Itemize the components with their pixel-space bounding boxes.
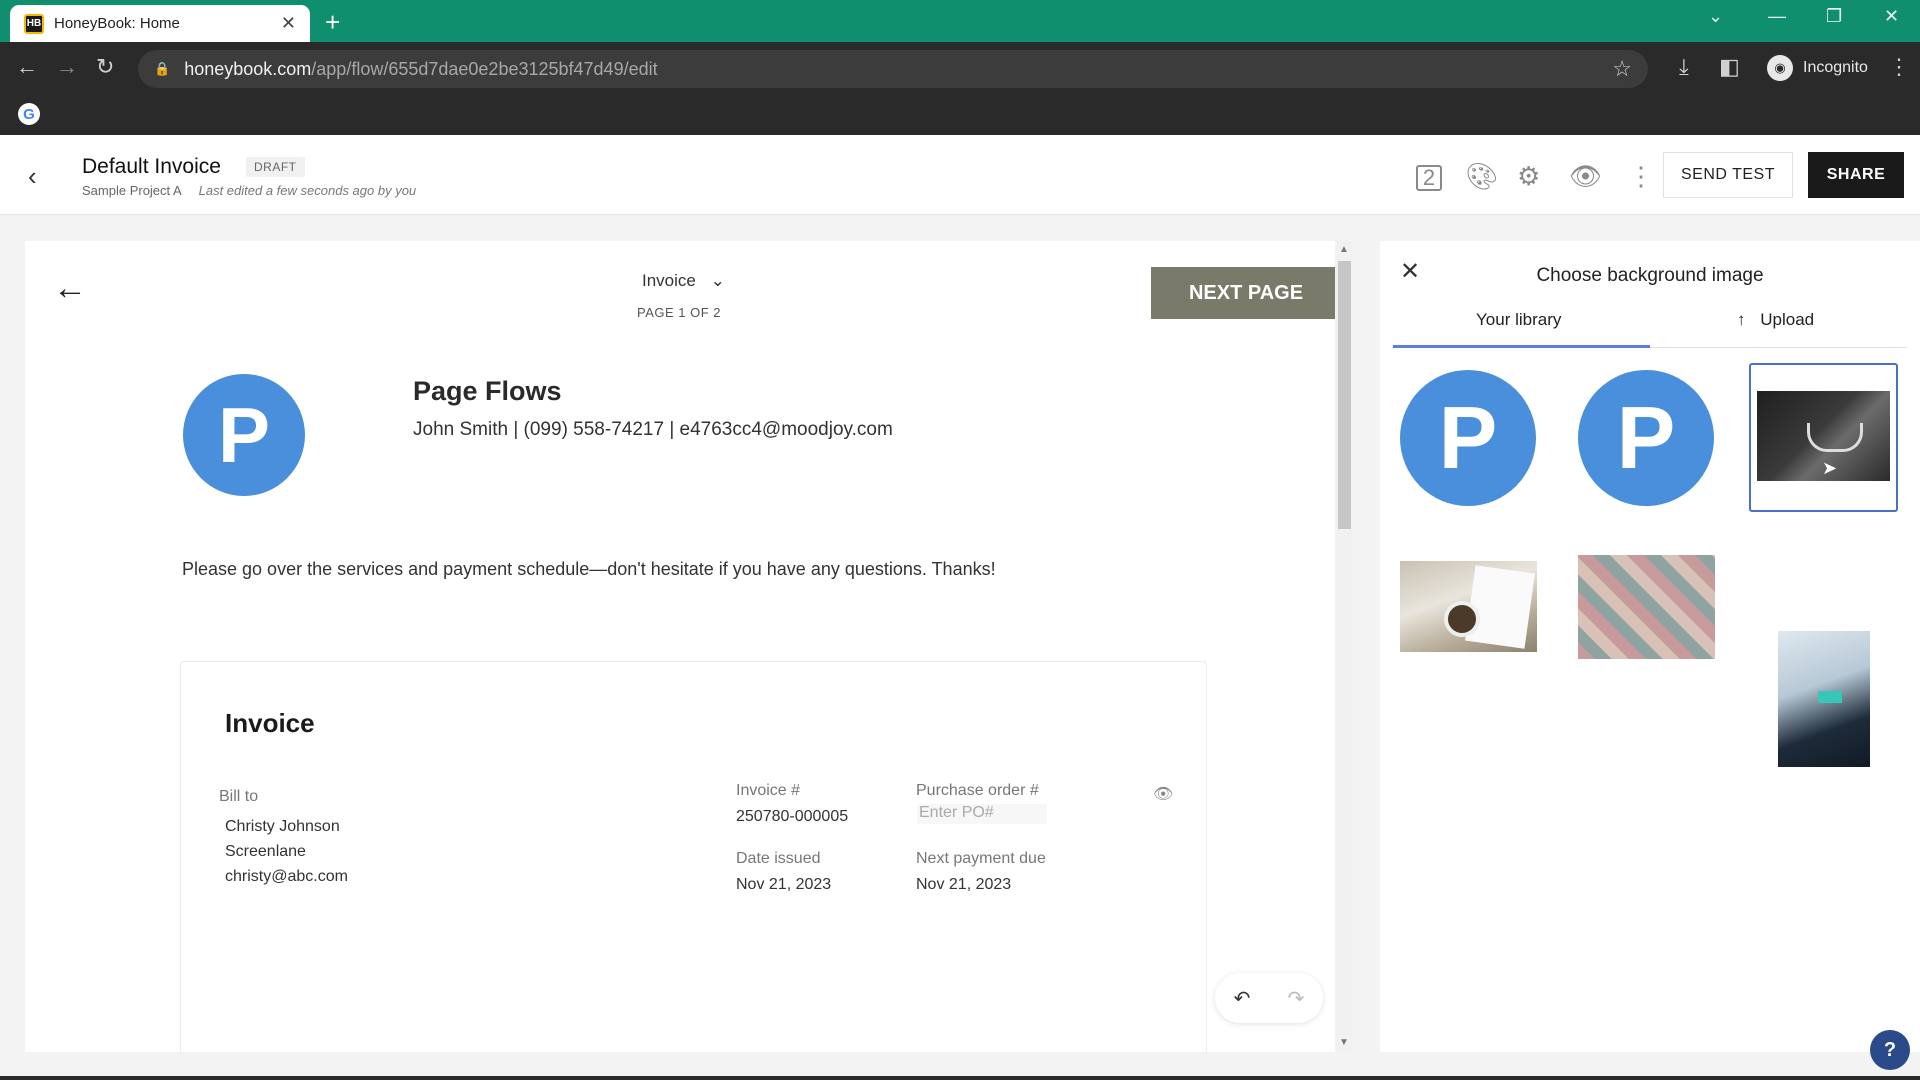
redo-icon[interactable]: ↷ bbox=[1288, 986, 1305, 1011]
library-thumb-logo-1[interactable]: P bbox=[1400, 370, 1536, 506]
undo-icon[interactable]: ↶ bbox=[1234, 986, 1251, 1011]
tab-close-icon[interactable]: ✕ bbox=[281, 13, 296, 34]
library-thumb-tiles-photo[interactable] bbox=[1578, 555, 1715, 659]
page-selector[interactable]: Invoice ⌄ bbox=[642, 271, 725, 291]
project-subtitle: Sample Project A Last edited a few secon… bbox=[82, 183, 416, 198]
palette-icon[interactable]: 🎨︎ bbox=[1465, 161, 1498, 192]
last-edited: Last edited a few seconds ago by you bbox=[198, 183, 417, 198]
browser-toolbar: ← → ↻ 🔒 honeybook.com /app/flow/655d7dae… bbox=[0, 42, 1920, 95]
brand-contact: John Smith | (099) 558-74217 | e4763cc4@… bbox=[413, 419, 893, 440]
help-button[interactable]: ? bbox=[1870, 1030, 1910, 1070]
lock-icon: 🔒 bbox=[154, 61, 171, 76]
undo-redo-control: ↶ ↷ bbox=[1215, 973, 1323, 1023]
star-icon[interactable]: ☆ bbox=[1612, 56, 1632, 82]
document-canvas: ← Invoice ⌄ PAGE 1 OF 2 NEXT PAGE P Page… bbox=[25, 241, 1335, 1052]
scroll-thumb[interactable] bbox=[1338, 261, 1351, 529]
bookmarks-bar: G bbox=[0, 95, 1920, 135]
incognito-badge[interactable]: ◉ Incognito bbox=[1757, 49, 1878, 87]
client-name: Christy Johnson bbox=[225, 818, 340, 835]
send-test-button[interactable]: SEND TEST bbox=[1663, 152, 1793, 198]
honeybook-favicon-icon: HB bbox=[24, 13, 44, 34]
minimize-icon[interactable]: — bbox=[1768, 6, 1786, 27]
panel-title: Choose background image bbox=[1536, 265, 1764, 286]
bottom-edge bbox=[0, 1076, 1920, 1080]
library-thumb-desk-photo[interactable] bbox=[1400, 561, 1537, 652]
tab-title: HoneyBook: Home bbox=[54, 15, 180, 32]
status-badge: DRAFT bbox=[246, 157, 305, 177]
browser-tabbar: HB HoneyBook: Home ✕ + ⌄ — ❐ ✕ bbox=[0, 0, 1920, 42]
arrow-left-icon[interactable]: ← bbox=[53, 269, 87, 308]
tab-upload-label: Upload bbox=[1760, 310, 1815, 329]
tab-your-library[interactable]: Your library bbox=[1476, 310, 1561, 330]
share-button[interactable]: SHARE bbox=[1808, 152, 1904, 198]
client-email: christy@abc.com bbox=[225, 868, 348, 885]
app-header: ‹ Default Invoice DRAFT Sample Project A… bbox=[0, 135, 1920, 215]
reload-icon[interactable]: ↻ bbox=[96, 54, 114, 80]
window-close-icon[interactable]: ✕ bbox=[1884, 6, 1899, 27]
tab-search-chevron-icon[interactable]: ⌄ bbox=[1708, 6, 1723, 27]
date-issued: Nov 21, 2023 bbox=[736, 876, 832, 893]
background-image-panel: ✕ Choose background image Your library ↑… bbox=[1380, 241, 1920, 1052]
po-input[interactable]: Enter PO# bbox=[917, 804, 1047, 824]
library-thumb-phone-photo[interactable] bbox=[1778, 631, 1870, 767]
sidepanel-icon[interactable]: ◧ bbox=[1719, 54, 1740, 80]
pages-icon[interactable]: 2 bbox=[1416, 165, 1442, 191]
page-selector-label: Invoice bbox=[642, 271, 696, 290]
library-thumb-logo-2[interactable]: P bbox=[1578, 370, 1714, 506]
download-icon[interactable]: ⤓ bbox=[1679, 54, 1689, 80]
client-company: Screenlane bbox=[225, 843, 306, 860]
url-host: honeybook.com bbox=[184, 58, 312, 79]
visibility-eye-icon[interactable]: 👁︎ bbox=[1153, 784, 1173, 804]
tab-upload[interactable]: ↑ Upload bbox=[1737, 310, 1814, 330]
canvas-scrollbar[interactable]: ▲ ▼ bbox=[1336, 241, 1353, 1052]
browser-tab[interactable]: HB HoneyBook: Home ✕ bbox=[10, 5, 310, 42]
date-issued-label: Date issued bbox=[736, 850, 821, 867]
brand-name: Page Flows bbox=[413, 376, 562, 406]
invoice-title: Invoice bbox=[225, 708, 315, 738]
next-due-label: Next payment due bbox=[916, 850, 1046, 867]
active-tab-indicator bbox=[1393, 345, 1650, 348]
mouse-cursor-icon: ➤ bbox=[1822, 458, 1838, 478]
incognito-icon: ◉ bbox=[1767, 55, 1793, 81]
next-page-button[interactable]: NEXT PAGE bbox=[1151, 267, 1335, 319]
page-count: PAGE 1 OF 2 bbox=[637, 305, 722, 320]
bill-to-label: Bill to bbox=[219, 788, 259, 805]
incognito-label: Incognito bbox=[1803, 59, 1868, 76]
eye-icon[interactable]: 👁︎ bbox=[1569, 161, 1602, 192]
scroll-down-icon[interactable]: ▼ bbox=[1339, 1037, 1349, 1048]
google-icon[interactable]: G bbox=[18, 103, 40, 125]
new-tab-icon[interactable]: + bbox=[325, 7, 340, 38]
gear-icon[interactable]: ⚙ bbox=[1517, 161, 1540, 192]
upload-arrow-icon: ↑ bbox=[1737, 310, 1746, 329]
chevron-down-icon: ⌄ bbox=[710, 271, 725, 290]
back-chevron-icon[interactable]: ‹ bbox=[28, 161, 37, 192]
project-name[interactable]: Sample Project A bbox=[82, 183, 181, 198]
more-kebab-icon[interactable]: ⋮ bbox=[1628, 161, 1654, 192]
next-due: Nov 21, 2023 bbox=[916, 876, 1012, 893]
invoice-number: 250780-000005 bbox=[736, 808, 849, 825]
po-label: Purchase order # bbox=[916, 782, 1039, 799]
scroll-up-icon[interactable]: ▲ bbox=[1339, 244, 1349, 255]
url-path: /app/flow/655d7dae0e2be3125bf47d49/edit bbox=[311, 58, 658, 79]
invoice-number-label: Invoice # bbox=[736, 782, 801, 799]
invoice-block[interactable]: Invoice Bill to Christy Johnson Screenla… bbox=[180, 661, 1207, 1052]
restore-icon[interactable]: ❐ bbox=[1826, 6, 1842, 27]
page-title: Default Invoice bbox=[82, 155, 221, 178]
forward-icon[interactable]: → bbox=[56, 54, 78, 80]
browser-menu-kebab-icon[interactable]: ⋮ bbox=[1888, 54, 1910, 80]
address-bar[interactable]: 🔒 honeybook.com /app/flow/655d7dae0e2be3… bbox=[138, 50, 1648, 88]
brand-logo[interactable]: P bbox=[183, 374, 305, 496]
library-thumb-dark-photo[interactable] bbox=[1749, 363, 1898, 512]
back-icon[interactable]: ← bbox=[16, 54, 38, 80]
intro-text[interactable]: Please go over the services and payment … bbox=[182, 559, 996, 580]
